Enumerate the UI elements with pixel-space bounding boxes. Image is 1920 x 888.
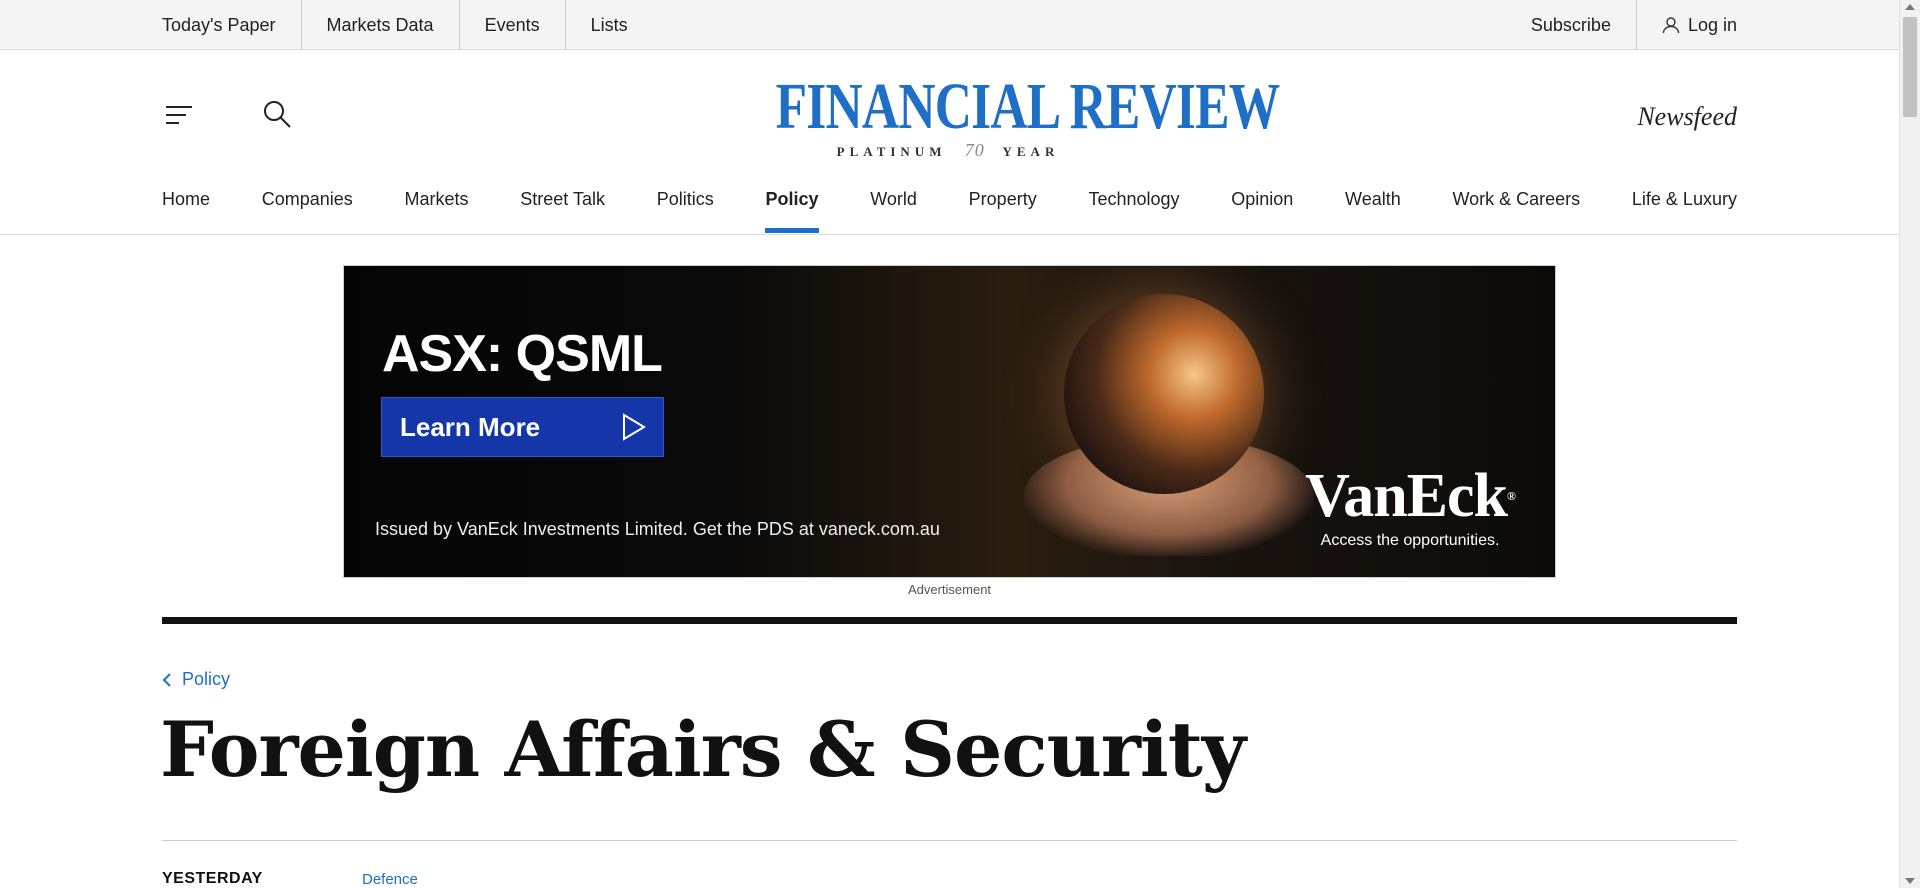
logo-sub-number: 70	[964, 140, 985, 160]
nav-item-policy[interactable]: Policy	[765, 185, 819, 235]
nav-item-wealth[interactable]: Wealth	[1345, 185, 1401, 235]
page-title: Foreign Affairs & Security	[160, 705, 1246, 794]
todays-paper-link[interactable]: Today's Paper	[162, 0, 301, 50]
scrollbar[interactable]	[1899, 0, 1920, 888]
subscribe-link[interactable]: Subscribe	[1506, 0, 1636, 50]
utility-links: Today's Paper Markets Data Events Lists	[162, 0, 653, 50]
learn-more-button[interactable]: Learn More	[381, 397, 664, 457]
nav-item-street-talk[interactable]: Street Talk	[520, 185, 605, 235]
scroll-down-arrow-icon[interactable]	[1905, 878, 1915, 884]
user-icon	[1662, 17, 1680, 34]
newsfeed-link[interactable]: Newsfeed	[1637, 102, 1737, 132]
ad-ticker: ASX: QSML	[382, 325, 663, 383]
date-label: YESTERDAY	[162, 870, 263, 887]
nav-item-companies[interactable]: Companies	[262, 185, 353, 235]
nav-item-markets[interactable]: Markets	[405, 185, 469, 235]
brand-tagline: Access the opportunities.	[1320, 532, 1500, 549]
markets-data-link[interactable]: Markets Data	[300, 0, 459, 50]
logo-sub-right: YEAR	[1002, 144, 1060, 159]
logo-title: FINANCIAL REVIEW	[775, 70, 1281, 143]
breadcrumb-policy[interactable]: Policy	[162, 669, 230, 690]
scroll-up-arrow-icon[interactable]	[1905, 4, 1915, 10]
chevron-left-icon	[162, 672, 171, 687]
main-nav: Home Companies Markets Street Talk Polit…	[162, 185, 1737, 235]
title-divider	[162, 840, 1737, 841]
brand-name: VanEck®	[1305, 462, 1516, 530]
learn-more-label: Learn More	[400, 411, 541, 442]
nav-item-life-luxury[interactable]: Life & Luxury	[1632, 185, 1737, 235]
lists-link[interactable]: Lists	[564, 0, 653, 50]
nav-item-technology[interactable]: Technology	[1088, 185, 1179, 235]
nav-item-world[interactable]: World	[870, 185, 917, 235]
nav-item-property[interactable]: Property	[969, 185, 1037, 235]
nav-item-opinion[interactable]: Opinion	[1231, 185, 1293, 235]
menu-icon[interactable]	[165, 103, 193, 127]
nav-item-politics[interactable]: Politics	[657, 185, 714, 235]
globe-image	[1064, 294, 1264, 494]
advertisement-label: Advertisement	[907, 582, 992, 597]
logo-subtitle: PLATINUM 70 YEAR	[727, 140, 1169, 161]
breadcrumb-label: Policy	[182, 669, 231, 689]
nav-item-home[interactable]: Home	[162, 185, 210, 235]
events-link[interactable]: Events	[458, 0, 565, 50]
utility-bar: Today's Paper Markets Data Events Lists …	[0, 0, 1899, 50]
section-divider	[162, 617, 1737, 624]
site-logo[interactable]: FINANCIAL REVIEW PLATINUM 70 YEAR	[727, 70, 1281, 161]
site-header: FINANCIAL REVIEW PLATINUM 70 YEAR Newsfe…	[0, 50, 1899, 235]
ad-disclaimer: Issued by VanEck Investments Limited. Ge…	[375, 519, 940, 539]
login-link[interactable]: Log in	[1635, 0, 1737, 50]
scroll-thumb[interactable]	[1903, 17, 1917, 117]
logo-sub-left: PLATINUM	[836, 144, 947, 159]
account-links: Subscribe Log in	[1506, 0, 1737, 50]
tag-defence[interactable]: Defence	[362, 871, 418, 888]
ad-banner[interactable]: ASX: QSML Learn More Issued by VanEck In…	[343, 265, 1556, 578]
login-label: Log in	[1687, 14, 1737, 35]
play-arrow-icon	[623, 413, 646, 441]
nav-item-work-careers[interactable]: Work & Careers	[1452, 185, 1580, 235]
vaneck-logo: VanEck® Access the opportunities.	[1305, 462, 1516, 550]
search-icon[interactable]	[263, 100, 291, 128]
